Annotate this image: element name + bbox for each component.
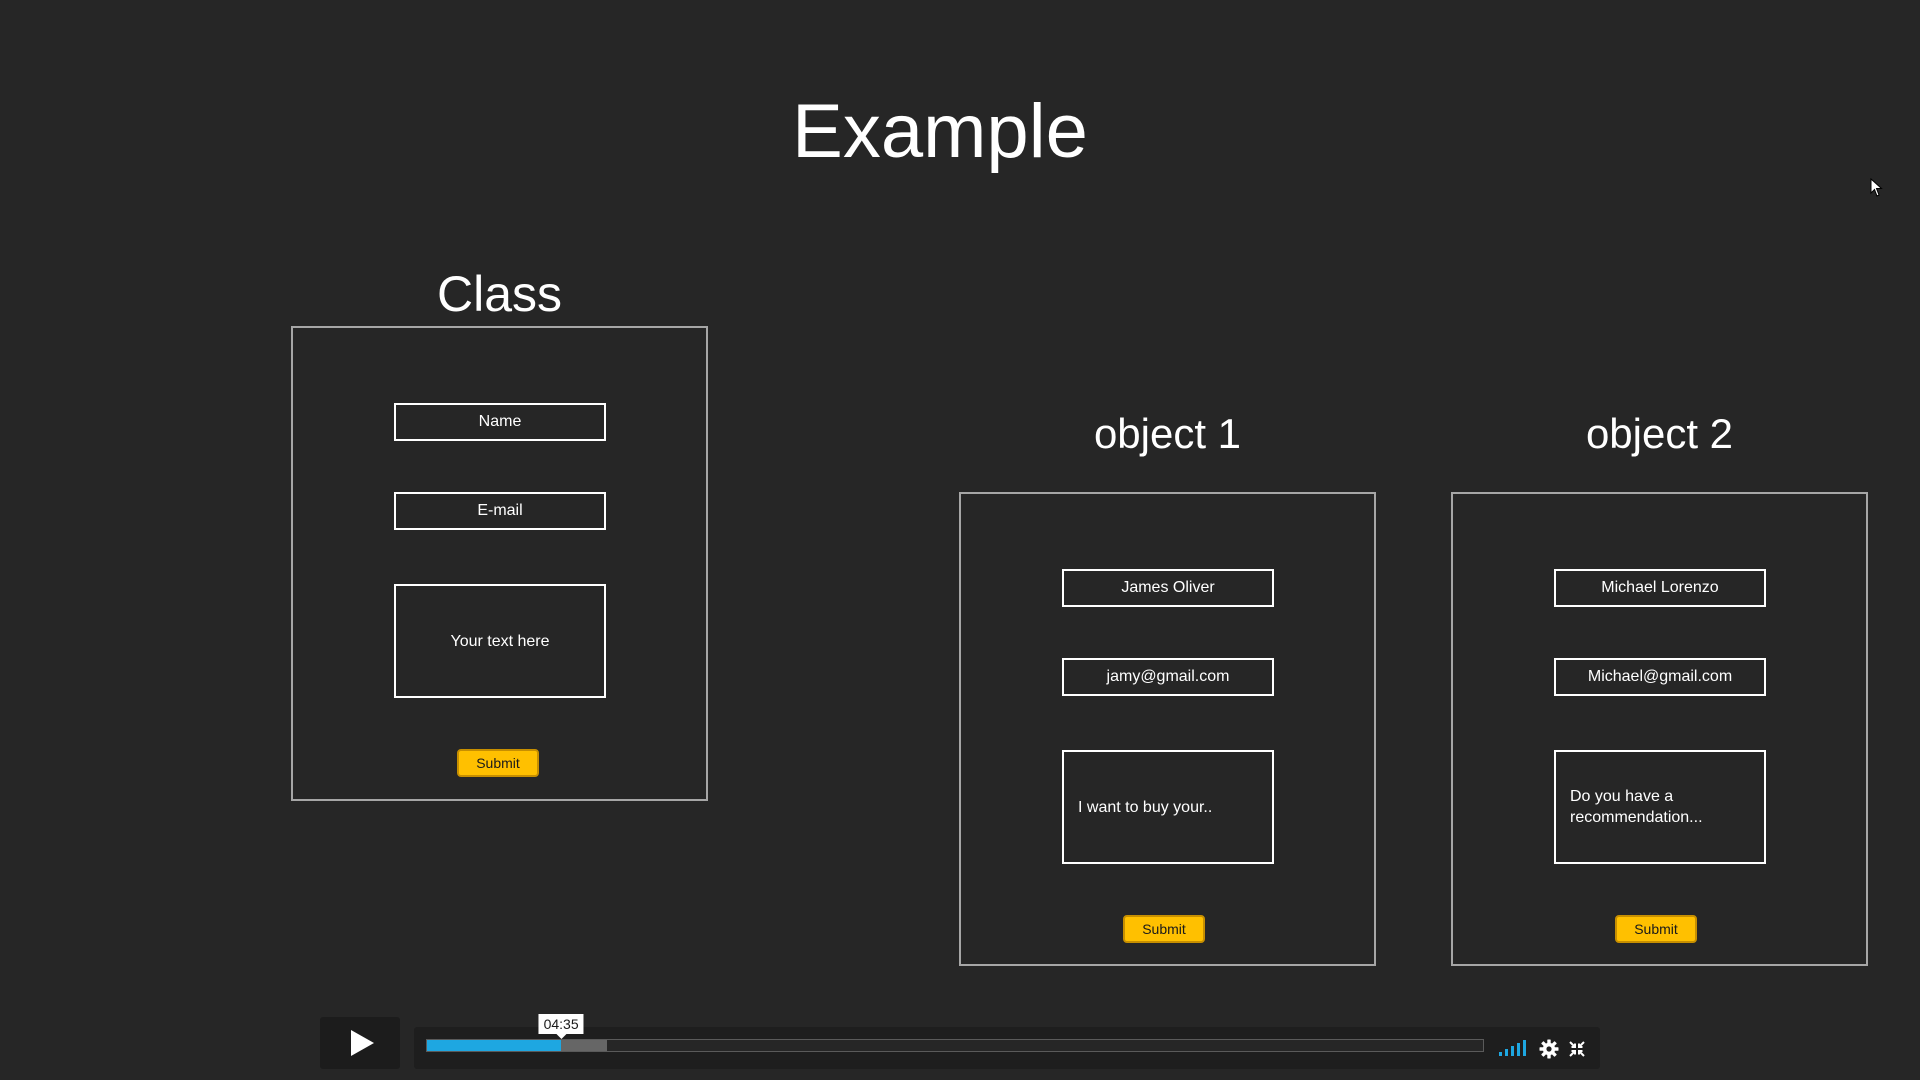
volume-bar (1523, 1040, 1526, 1056)
slide-title: Example (792, 89, 1088, 174)
message-field: Do you have a recommendation... (1554, 750, 1766, 864)
email-field: Michael@gmail.com (1554, 658, 1766, 696)
name-field: Name (394, 403, 606, 441)
volume-bar (1505, 1049, 1508, 1056)
message-field: Your text here (394, 584, 606, 698)
progress-bar[interactable]: 04:35 (426, 1014, 1484, 1052)
class-heading: Class (436, 266, 563, 322)
object1-heading: object 1 (1093, 410, 1242, 457)
volume-bar (1511, 1046, 1514, 1056)
submit-button: Submit (457, 749, 539, 777)
submit-button: Submit (1615, 915, 1697, 943)
email-field: jamy@gmail.com (1062, 658, 1274, 696)
object2-heading: object 2 (1585, 410, 1734, 457)
control-bar: 04:35 (414, 1014, 1600, 1069)
settings-button[interactable] (1538, 1038, 1560, 1060)
play-button[interactable] (320, 1017, 400, 1069)
fullscreen-button[interactable] (1566, 1038, 1588, 1060)
volume-bars-icon[interactable] (1499, 1040, 1529, 1056)
volume-bar (1517, 1043, 1520, 1056)
fullscreen-icon (1569, 1041, 1585, 1057)
play-icon (350, 1030, 374, 1056)
submit-button: Submit (1123, 915, 1205, 943)
class-form-panel: Name E-mail Your text here Submit (291, 326, 708, 801)
volume-bar (1499, 1052, 1502, 1056)
object1-form-panel: James Oliver jamy@gmail.com I want to bu… (959, 492, 1376, 966)
time-tooltip: 04:35 (538, 1014, 584, 1039)
gear-icon (1539, 1039, 1559, 1059)
email-field: E-mail (394, 492, 606, 530)
name-field: Michael Lorenzo (1554, 569, 1766, 607)
video-frame: Example Class Name E-mail Your text here… (0, 0, 1920, 1080)
name-field: James Oliver (1062, 569, 1274, 607)
object2-form-panel: Michael Lorenzo Michael@gmail.com Do you… (1451, 492, 1868, 966)
player-controls: 04:35 (320, 1014, 1600, 1069)
message-field: I want to buy your.. (1062, 750, 1274, 864)
mouse-cursor-icon (1870, 178, 1883, 197)
played-progress (427, 1040, 562, 1051)
